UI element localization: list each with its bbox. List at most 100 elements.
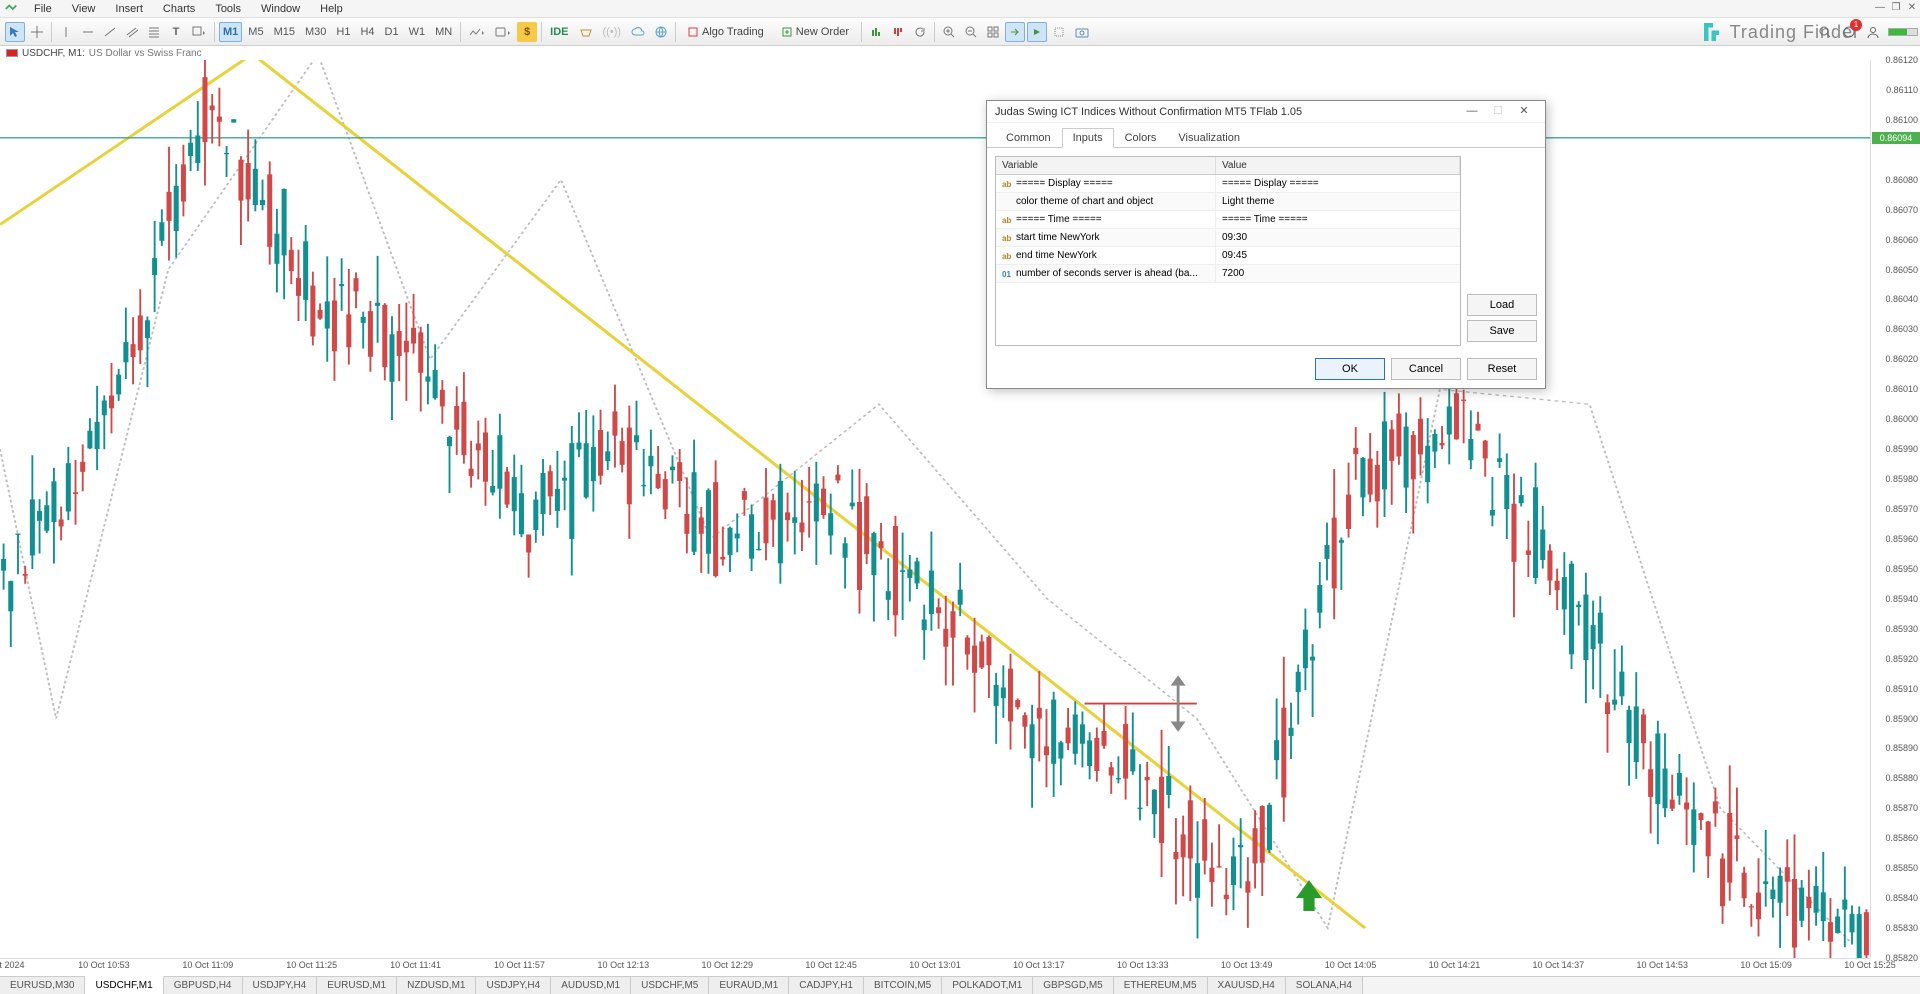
chart-canvas[interactable] — [0, 60, 1870, 958]
time-axis[interactable]: 10 Oct 202410 Oct 10:5310 Oct 11:0910 Oc… — [0, 958, 1870, 976]
save-button[interactable]: Save — [1467, 320, 1537, 342]
chart-tab[interactable]: USDCHF,M5 — [631, 977, 709, 994]
menu-charts[interactable]: Charts — [153, 2, 205, 16]
chart-area[interactable]: 0.861200.861100.861000.860800.860700.860… — [0, 60, 1920, 976]
menu-view[interactable]: View — [62, 2, 106, 16]
dollar-icon-button[interactable]: $ — [517, 22, 537, 42]
objects-dropdown-button[interactable] — [188, 22, 210, 42]
timeframe-h4-button[interactable]: H4 — [356, 22, 378, 42]
equidistant-channel-button[interactable] — [122, 22, 142, 42]
menu-help[interactable]: Help — [310, 2, 353, 16]
menu-window[interactable]: Window — [251, 2, 310, 16]
grid-lock-icon[interactable] — [1049, 22, 1069, 42]
ide-button[interactable]: IDE — [546, 22, 572, 42]
template-dropdown-button[interactable] — [491, 22, 515, 42]
vertical-line-button[interactable] — [56, 22, 76, 42]
timeframe-m15-button[interactable]: M15 — [270, 22, 299, 42]
window-minimize-icon[interactable]: — — [1874, 2, 1886, 14]
chart-tab[interactable]: SOLANA,H4 — [1286, 977, 1363, 994]
timeframe-h1-button[interactable]: H1 — [332, 22, 354, 42]
search-icon[interactable] — [1816, 23, 1834, 41]
chart-tab[interactable]: USDCHF,M1 — [85, 976, 163, 994]
dialog-tab-colors[interactable]: Colors — [1114, 128, 1168, 148]
chart-tab[interactable]: AUDUSD,M1 — [551, 977, 631, 994]
depth-down-icon[interactable] — [888, 22, 908, 42]
account-icon[interactable] — [1864, 23, 1882, 41]
chart-tab[interactable]: USDJPY,H4 — [243, 977, 318, 994]
input-row[interactable]: abstart time NewYork09:30 — [996, 229, 1460, 247]
globe-icon[interactable] — [651, 22, 671, 42]
input-row[interactable]: abend time NewYork09:45 — [996, 247, 1460, 265]
dialog-close-icon[interactable]: ✕ — [1511, 102, 1537, 122]
reset-button[interactable]: Reset — [1467, 358, 1537, 380]
crosshair-tool-button[interactable] — [27, 22, 47, 42]
chart-tab[interactable]: BITCOIN,M5 — [864, 977, 942, 994]
tile-windows-icon[interactable] — [983, 22, 1003, 42]
depth-up-icon[interactable] — [866, 22, 886, 42]
input-value-cell[interactable]: 09:30 — [1216, 229, 1460, 246]
zoom-in-icon[interactable] — [939, 22, 959, 42]
ok-button[interactable]: OK — [1315, 358, 1385, 380]
dialog-tab-visualization[interactable]: Visualization — [1167, 128, 1251, 148]
input-value-cell[interactable]: 09:45 — [1216, 247, 1460, 264]
input-value-cell[interactable]: ===== Time ===== — [1216, 211, 1460, 228]
timeframe-w1-button[interactable]: W1 — [405, 22, 430, 42]
chart-tab[interactable]: NZDUSD,M1 — [397, 977, 476, 994]
timeframe-d1-button[interactable]: D1 — [381, 22, 403, 42]
input-row[interactable]: ab===== Display ========== Display ===== — [996, 175, 1460, 193]
y-tick: 0.86020 — [1885, 354, 1918, 364]
dialog-tab-inputs[interactable]: Inputs — [1062, 128, 1114, 148]
chart-tab[interactable]: GBPUSD,H4 — [164, 977, 243, 994]
load-button[interactable]: Load — [1467, 294, 1537, 316]
timeframe-m1-button[interactable]: M1 — [219, 22, 242, 42]
inputs-grid[interactable]: Variable Value ab===== Display =========… — [995, 156, 1461, 346]
camera-icon[interactable] — [1071, 22, 1093, 42]
chart-tab[interactable]: EURUSD,M1 — [317, 977, 397, 994]
chart-tab[interactable]: USDJPY,H4 — [476, 977, 551, 994]
text-tool-button[interactable]: T — [166, 22, 186, 42]
menu-insert[interactable]: Insert — [105, 2, 153, 16]
price-axis[interactable]: 0.861200.861100.861000.860800.860700.860… — [1870, 60, 1920, 958]
zoom-out-icon[interactable] — [961, 22, 981, 42]
connection-status-icon[interactable] — [1888, 28, 1918, 36]
chart-tab[interactable]: GBPSGD,M5 — [1033, 977, 1113, 994]
chart-tab[interactable]: EURAUD,M1 — [709, 977, 789, 994]
basket-icon[interactable] — [575, 22, 597, 42]
dialog-titlebar[interactable]: Judas Swing ICT Indices Without Confirma… — [987, 101, 1545, 123]
cancel-button[interactable]: Cancel — [1391, 358, 1461, 380]
timeframe-m5-button[interactable]: M5 — [244, 22, 267, 42]
refresh-icon[interactable] — [910, 22, 930, 42]
chart-tab[interactable]: POLKADOT,M1 — [942, 977, 1033, 994]
window-restore-icon[interactable]: ❐ — [1890, 2, 1902, 14]
dialog-minimize-icon[interactable]: — — [1459, 102, 1485, 122]
cloud-icon[interactable] — [627, 22, 649, 42]
horizontal-line-button[interactable] — [78, 22, 98, 42]
window-close-icon[interactable]: ✕ — [1906, 2, 1918, 14]
line-chart-dropdown-button[interactable] — [465, 22, 489, 42]
trendline-button[interactable] — [100, 22, 120, 42]
dialog-maximize-icon[interactable]: ☐ — [1485, 102, 1511, 122]
input-value-cell[interactable]: 7200 — [1216, 265, 1460, 282]
timeframe-m30-button[interactable]: M30 — [301, 22, 330, 42]
chart-tab[interactable]: CADJPY,H1 — [789, 977, 864, 994]
timeframe-mn-button[interactable]: MN — [431, 22, 456, 42]
input-row[interactable]: 01number of seconds server is ahead (ba.… — [996, 265, 1460, 283]
autoscroll-icon[interactable] — [1027, 22, 1047, 42]
menu-tools[interactable]: Tools — [205, 2, 251, 16]
algo-trading-button[interactable]: Algo Trading — [679, 22, 773, 42]
notifications-icon[interactable]: 1 — [1840, 23, 1858, 41]
input-row[interactable]: color theme of chart and objectLight the… — [996, 193, 1460, 211]
menu-file[interactable]: File — [24, 2, 62, 16]
input-value-cell[interactable]: Light theme — [1216, 193, 1460, 210]
signal-icon[interactable]: ((•)) — [599, 22, 626, 42]
chart-tab[interactable]: ETHEREUM,M5 — [1114, 977, 1208, 994]
fibo-button[interactable] — [144, 22, 164, 42]
dialog-tab-common[interactable]: Common — [995, 128, 1062, 148]
new-order-button[interactable]: New Order — [773, 22, 858, 42]
shift-chart-icon[interactable] — [1005, 22, 1025, 42]
chart-tab[interactable]: XAUUSD,H4 — [1208, 977, 1286, 994]
cursor-tool-button[interactable] — [5, 22, 25, 42]
input-value-cell[interactable]: ===== Display ===== — [1216, 175, 1460, 192]
chart-tab[interactable]: EURUSD,M30 — [0, 977, 85, 994]
input-row[interactable]: ab===== Time ========== Time ===== — [996, 211, 1460, 229]
